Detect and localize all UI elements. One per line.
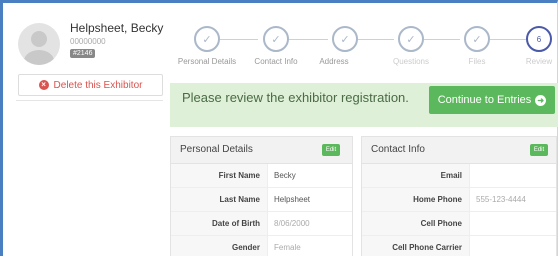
wizard-label: Contact Info <box>254 57 298 66</box>
arrow-right-icon: ➜ <box>535 94 547 106</box>
row-label: Email <box>362 164 470 187</box>
detail-row: First Name Becky <box>171 164 352 188</box>
exhibitor-badge: #2146 <box>70 49 96 58</box>
row-label: Home Phone <box>362 188 470 211</box>
step-number: 6 <box>536 34 542 44</box>
row-value: Female <box>274 243 301 252</box>
check-icon: ✓ <box>472 33 482 46</box>
wizard-step-questions[interactable]: ✓ <box>398 26 424 52</box>
personal-details-panel: Personal Details Edit First Name Becky L… <box>170 136 353 256</box>
wizard-connector <box>218 39 258 40</box>
row-label: Cell Phone <box>362 212 470 235</box>
detail-row: Gender Female <box>171 236 352 256</box>
panel-header: Contact Info Edit <box>362 137 556 164</box>
edit-contact-button[interactable]: Edit <box>530 144 548 156</box>
row-label: Last Name <box>171 188 268 211</box>
exhibitor-name: Helpsheet, Becky <box>70 21 164 35</box>
detail-row: Cell Phone Carrier <box>362 236 556 256</box>
wizard-label: Files <box>468 57 486 66</box>
page-frame: Helpsheet, Becky 00000000 #2146 × Delete… <box>0 0 558 256</box>
remove-icon: × <box>38 80 49 90</box>
detail-row: Last Name Helpsheet <box>171 188 352 212</box>
panel-title: Contact Info <box>371 144 425 155</box>
wizard-connector <box>288 39 328 40</box>
row-value <box>470 164 476 187</box>
row-value <box>470 212 476 235</box>
row-value: Helpsheet <box>274 195 311 204</box>
continue-label: Continue to Entries <box>437 94 532 106</box>
avatar <box>18 23 60 65</box>
wizard-label: Review <box>525 57 553 66</box>
wizard-connector <box>358 39 394 40</box>
wizard-label: Address <box>319 57 349 66</box>
row-value: Becky <box>274 171 296 180</box>
avatar-head <box>31 31 47 47</box>
wizard-step-address[interactable]: ✓ <box>332 26 358 52</box>
wizard-step-review[interactable]: 6 <box>526 26 552 52</box>
wizard-step-contact-info[interactable]: ✓ <box>263 26 289 52</box>
left-divider <box>16 100 163 101</box>
wizard-label: Personal Details <box>177 57 237 66</box>
row-value: 8/06/2000 <box>274 219 310 228</box>
detail-row: Email <box>362 164 556 188</box>
check-icon: ✓ <box>406 33 416 46</box>
avatar-body <box>24 50 54 65</box>
detail-row: Home Phone 555-123-4444 <box>362 188 556 212</box>
panel-header: Personal Details Edit <box>171 137 352 164</box>
review-message: Please review the exhibitor registration… <box>182 90 409 105</box>
wizard-step-personal-details[interactable]: ✓ <box>194 26 220 52</box>
row-value: 555-123-4444 <box>476 195 526 204</box>
wizard-connector <box>424 39 460 40</box>
detail-row: Cell Phone <box>362 212 556 236</box>
row-label: Date of Birth <box>171 212 268 235</box>
continue-to-entries-button[interactable]: Continue to Entries ➜ <box>429 86 555 114</box>
contact-info-panel: Contact Info Edit Email Home Phone 555-1… <box>361 136 557 256</box>
row-label: Gender <box>171 236 268 256</box>
row-value <box>470 236 476 256</box>
row-label: Cell Phone Carrier <box>362 236 470 256</box>
check-icon: ✓ <box>271 33 281 46</box>
edit-personal-button[interactable]: Edit <box>322 144 340 156</box>
exhibitor-code: 00000000 <box>70 37 106 46</box>
check-icon: ✓ <box>340 33 350 46</box>
wizard-label: Questions <box>392 57 430 66</box>
check-icon: ✓ <box>202 33 212 46</box>
wizard-step-files[interactable]: ✓ <box>464 26 490 52</box>
wizard-connector <box>490 39 526 40</box>
delete-exhibitor-button[interactable]: × Delete this Exhibitor <box>18 74 163 96</box>
detail-row: Date of Birth 8/06/2000 <box>171 212 352 236</box>
review-banner: Please review the exhibitor registration… <box>170 83 558 127</box>
delete-exhibitor-label: Delete this Exhibitor <box>53 79 143 91</box>
row-label: First Name <box>171 164 268 187</box>
panel-title: Personal Details <box>180 144 253 155</box>
